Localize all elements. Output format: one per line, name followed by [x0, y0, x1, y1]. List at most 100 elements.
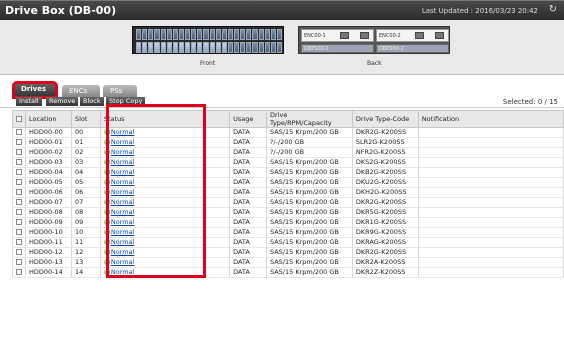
- drive-slot[interactable]: [270, 42, 276, 53]
- drive-slot[interactable]: [160, 42, 166, 53]
- row-checkbox[interactable]: [16, 139, 22, 145]
- column-header-drive-type[interactable]: Drive Type/RPM/Capacity: [265, 110, 353, 128]
- drive-slot[interactable]: [276, 29, 282, 40]
- row-select-cell[interactable]: [12, 127, 26, 138]
- remove-button[interactable]: Remove: [46, 97, 79, 106]
- drive-slot[interactable]: [191, 29, 197, 40]
- drive-slot[interactable]: [148, 42, 154, 53]
- drive-slot[interactable]: [215, 29, 221, 40]
- column-header-notification[interactable]: Notification: [417, 110, 564, 128]
- drive-slot[interactable]: [258, 29, 264, 40]
- drive-slot[interactable]: [203, 29, 209, 40]
- drive-slot[interactable]: [185, 42, 191, 53]
- table-row[interactable]: HDD00-06 06 Normal DATA SAS/15 Krpm/200 GB DK…: [12, 187, 564, 198]
- stop-copy-button[interactable]: Stop Copy: [106, 97, 146, 106]
- row-select-cell[interactable]: [12, 167, 26, 178]
- row-checkbox[interactable]: [16, 149, 22, 155]
- drive-slot[interactable]: [264, 29, 270, 40]
- status-link[interactable]: Normal: [111, 238, 135, 246]
- row-checkbox[interactable]: [16, 209, 22, 215]
- drive-slot[interactable]: [252, 29, 258, 40]
- status-link[interactable]: Normal: [111, 138, 135, 146]
- table-row[interactable]: HDD00-10 10 Normal DATA SAS/15 Krpm/200 GB DK…: [12, 227, 564, 238]
- drive-slot[interactable]: [178, 42, 184, 53]
- table-row[interactable]: HDD00-03 03 Normal DATA SAS/15 Krpm/200 GB DK…: [12, 157, 564, 168]
- drive-slot[interactable]: [227, 29, 233, 40]
- drive-slot[interactable]: [203, 42, 209, 53]
- drive-slot[interactable]: [240, 29, 246, 40]
- drive-slot[interactable]: [234, 29, 240, 40]
- row-select-cell[interactable]: [12, 147, 26, 158]
- drive-slot[interactable]: [258, 42, 264, 53]
- drive-slot[interactable]: [142, 42, 148, 53]
- drive-slot[interactable]: [240, 42, 246, 53]
- drive-slot[interactable]: [160, 29, 166, 40]
- status-link[interactable]: Normal: [111, 198, 135, 206]
- drive-slot[interactable]: [252, 42, 258, 53]
- drive-slot[interactable]: [154, 42, 160, 53]
- status-link[interactable]: Normal: [111, 128, 135, 136]
- drive-slot[interactable]: [154, 29, 160, 40]
- drive-slot[interactable]: [148, 29, 154, 40]
- row-select-cell[interactable]: [12, 227, 26, 238]
- status-link[interactable]: Normal: [111, 148, 135, 156]
- drive-slot[interactable]: [209, 42, 215, 53]
- drive-slot[interactable]: [185, 29, 191, 40]
- status-link[interactable]: Normal: [111, 178, 135, 186]
- drive-slot[interactable]: [270, 29, 276, 40]
- row-checkbox[interactable]: [16, 219, 22, 225]
- drive-slot[interactable]: [142, 29, 148, 40]
- status-link[interactable]: Normal: [111, 158, 135, 166]
- status-link[interactable]: Normal: [111, 188, 135, 196]
- row-checkbox[interactable]: [16, 239, 22, 245]
- drive-slot[interactable]: [209, 29, 215, 40]
- table-row[interactable]: HDD00-13 13 Normal DATA SAS/15 Krpm/200 GB DK…: [12, 257, 564, 268]
- dbps-b-module[interactable]: DBPS00-2: [376, 44, 449, 53]
- row-select-cell[interactable]: [12, 137, 26, 148]
- row-checkbox[interactable]: [16, 199, 22, 205]
- column-header-type-code[interactable]: Drive Type-Code: [351, 110, 419, 128]
- tab-pss[interactable]: PSs: [103, 85, 137, 97]
- tab-drives[interactable]: Drives: [12, 81, 58, 99]
- table-row[interactable]: HDD00-01 01 Normal DATA ?/-/200 GB SLR2G-K200…: [12, 137, 564, 148]
- row-checkbox[interactable]: [16, 189, 22, 195]
- drive-slot[interactable]: [246, 42, 252, 53]
- column-header-status[interactable]: Status: [99, 110, 231, 128]
- row-checkbox[interactable]: [16, 129, 22, 135]
- table-row[interactable]: HDD00-09 09 Normal DATA SAS/15 Krpm/200 GB DK…: [12, 217, 564, 228]
- status-link[interactable]: Normal: [111, 228, 135, 236]
- row-checkbox[interactable]: [16, 179, 22, 185]
- drive-slot[interactable]: [191, 42, 197, 53]
- row-select-cell[interactable]: [12, 237, 26, 248]
- column-header-slot[interactable]: Slot: [70, 110, 101, 128]
- row-select-cell[interactable]: [12, 187, 26, 198]
- table-row[interactable]: HDD00-00 00 Normal DATA SAS/15 Krpm/200 GB DK…: [12, 127, 564, 138]
- status-link[interactable]: Normal: [111, 168, 135, 176]
- tab-encs[interactable]: ENCs: [62, 85, 100, 97]
- table-row[interactable]: HDD00-11 11 Normal DATA SAS/15 Krpm/200 GB DK…: [12, 237, 564, 248]
- row-checkbox[interactable]: [16, 169, 22, 175]
- drive-slot[interactable]: [215, 42, 221, 53]
- row-select-cell[interactable]: [12, 267, 26, 278]
- drive-slot[interactable]: [178, 29, 184, 40]
- status-link[interactable]: Normal: [111, 208, 135, 216]
- row-select-cell[interactable]: [12, 257, 26, 268]
- drive-slot[interactable]: [276, 42, 282, 53]
- column-header-location[interactable]: Location: [25, 110, 72, 128]
- drive-slot[interactable]: [172, 42, 178, 53]
- drive-slot[interactable]: [197, 29, 203, 40]
- table-row[interactable]: HDD00-08 08 Normal DATA SAS/15 Krpm/200 GB DK…: [12, 207, 564, 218]
- install-button[interactable]: Install: [16, 97, 42, 106]
- row-select-cell[interactable]: [12, 197, 26, 208]
- column-header-usage[interactable]: Usage: [229, 110, 267, 128]
- dbps-a-module[interactable]: DBPS00-1: [301, 44, 374, 53]
- row-select-cell[interactable]: [12, 247, 26, 258]
- block-button[interactable]: Block: [80, 97, 104, 106]
- table-row[interactable]: HDD00-12 12 Normal DATA SAS/15 Krpm/200 GB DK…: [12, 247, 564, 258]
- row-select-cell[interactable]: [12, 217, 26, 228]
- status-link[interactable]: Normal: [111, 258, 135, 266]
- row-checkbox[interactable]: [16, 269, 22, 275]
- enc-b-module[interactable]: ENC00-2: [376, 29, 449, 42]
- select-all-header[interactable]: [12, 110, 26, 128]
- drive-slot[interactable]: [166, 29, 172, 40]
